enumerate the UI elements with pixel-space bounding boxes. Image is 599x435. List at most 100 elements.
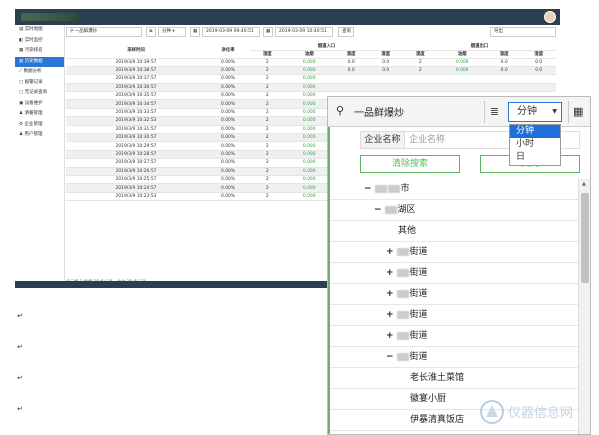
tree-node[interactable]: + 街道 bbox=[330, 326, 578, 347]
table-cell: 2019/3/9 10:27:57 bbox=[66, 158, 206, 168]
table-cell: 0.000 bbox=[437, 66, 487, 76]
table-row[interactable]: 2019/3/9 10:39:57 0.00% 2 0.000 0.0 0.0 2 0.000… bbox=[66, 58, 556, 67]
expand-icon[interactable]: + bbox=[386, 289, 394, 299]
sidebar-item[interactable]: ◧ 实时监控 bbox=[15, 36, 64, 47]
table-cell: 0.000 bbox=[284, 83, 334, 93]
calendar-icon[interactable]: ▦ bbox=[263, 27, 273, 37]
column-header: 湿度 bbox=[402, 50, 438, 59]
tree-node[interactable]: 老长淮土菜馆 bbox=[330, 368, 578, 389]
unit-select[interactable]: 分钟 ▾ bbox=[158, 27, 186, 37]
table-cell: 2019/3/9 10:23:53 bbox=[66, 192, 206, 202]
table-cell: 2019/3/9 10:38:57 bbox=[66, 66, 206, 76]
list-icon[interactable]: ≣ bbox=[146, 27, 156, 37]
company-name-input[interactable]: 企业名称 bbox=[409, 132, 445, 148]
tree-node[interactable]: − 街道 bbox=[330, 347, 578, 368]
table-row[interactable]: 2019/3/9 10:37:57 0.00% 2 0.000 bbox=[66, 74, 556, 84]
table-cell: 2 bbox=[250, 167, 285, 176]
popup-shop-name[interactable]: 一品鲜爆炒 bbox=[354, 104, 404, 119]
clear-search-button[interactable]: 清除搜索 bbox=[360, 155, 460, 173]
sidebar-item[interactable]: ♟ 用户管理 bbox=[15, 130, 64, 141]
table-cell: 2 bbox=[250, 108, 285, 118]
tree-node[interactable]: − 市 bbox=[330, 179, 578, 200]
table-cell: 2019/3/9 10:25:57 bbox=[66, 175, 206, 185]
sidebar-item[interactable]: ⚙ 企业管理 bbox=[15, 120, 64, 131]
chevron-down-icon: ▼ bbox=[552, 108, 557, 115]
table-cell: 2 bbox=[250, 183, 285, 193]
sidebar-item[interactable]: ▣ 设备维护 bbox=[15, 99, 64, 110]
column-header: 湿度 bbox=[250, 50, 285, 59]
calendar-icon[interactable]: ▦ bbox=[568, 101, 583, 123]
redacted-text bbox=[396, 331, 409, 340]
collapse-icon[interactable]: − bbox=[374, 205, 382, 215]
table-cell: 0.00% bbox=[206, 158, 250, 168]
scrollbar[interactable]: ▲ bbox=[578, 179, 590, 434]
sidebar-item-label: 历史数据 bbox=[24, 58, 43, 64]
start-time-field[interactable]: 2019-03-09 09:40:51 bbox=[202, 27, 260, 37]
table-row[interactable]: 2019/3/9 10:38:57 0.00% 2 0.000 0.0 0.0 2 0.000… bbox=[66, 66, 556, 76]
table-cell: 2 bbox=[250, 91, 285, 101]
column-header: 油烟 bbox=[437, 50, 487, 59]
table-cell: 2019/3/9 10:37:57 bbox=[66, 74, 206, 84]
table-cell: 2 bbox=[250, 74, 285, 84]
table-cell: 0.0 bbox=[521, 66, 556, 76]
end-time-field[interactable]: 2019-03-09 10:40:51 bbox=[275, 27, 333, 37]
tree-node[interactable]: + 街道 bbox=[330, 284, 578, 305]
tree-node-label: 街道 bbox=[409, 247, 428, 257]
table-cell: 0.00% bbox=[206, 108, 250, 118]
unit-option[interactable]: 分钟 bbox=[510, 125, 560, 138]
paragraph-mark: ↵ bbox=[17, 312, 23, 320]
list-icon[interactable]: ≣ bbox=[484, 101, 504, 123]
table-cell: 0.000 bbox=[437, 58, 487, 67]
redacted-text bbox=[384, 205, 397, 214]
expand-icon[interactable]: + bbox=[386, 310, 394, 320]
table-cell: 2019/3/9 10:26:57 bbox=[66, 167, 206, 176]
table-cell: 2 bbox=[250, 141, 285, 151]
column-header: 温度 bbox=[333, 50, 369, 59]
sidebar-item[interactable]: ▤ 实时地图 bbox=[15, 25, 64, 36]
query-button[interactable]: 查询 bbox=[338, 27, 354, 37]
table-cell: 2 bbox=[402, 58, 438, 67]
tree-node[interactable]: + 街道 bbox=[330, 242, 578, 263]
table-cell: 0.000 bbox=[284, 74, 334, 84]
calendar-icon[interactable]: ▦ bbox=[190, 27, 200, 37]
expand-icon[interactable]: + bbox=[386, 268, 394, 278]
unit-select[interactable]: 分钟 ▼ bbox=[508, 102, 562, 122]
shop-select[interactable]: ⚲ 一品鲜爆炒 bbox=[66, 27, 142, 37]
sidebar-item[interactable]: ♟ 清餐管理 bbox=[15, 109, 64, 120]
table-cell: 0.0 bbox=[333, 66, 369, 76]
tree-node-label: 徽宴小厨 bbox=[410, 394, 447, 404]
unit-option[interactable]: 小时 bbox=[510, 138, 560, 151]
sidebar-item[interactable]: ⟋ 数据分析 bbox=[15, 67, 64, 78]
export-button[interactable]: 导出 bbox=[490, 27, 556, 37]
redacted-text bbox=[396, 352, 409, 361]
table-cell: 2 bbox=[250, 133, 285, 143]
collapse-icon[interactable]: − bbox=[364, 184, 372, 194]
table-cell: 2019/3/9 10:30:57 bbox=[66, 133, 206, 143]
sidebar-item[interactable]: ▥ 历史数据 bbox=[15, 56, 64, 67]
tree-node[interactable]: + 街道 bbox=[330, 305, 578, 326]
table-cell: 2019/3/9 10:39:57 bbox=[66, 58, 206, 67]
avatar[interactable] bbox=[544, 11, 556, 23]
tree-node[interactable]: − 湖区 bbox=[330, 200, 578, 221]
table-cell: 2 bbox=[250, 83, 285, 93]
sidebar-item[interactable]: ▢ 报警记录 bbox=[15, 78, 64, 89]
table-cell: 2 bbox=[250, 66, 285, 76]
tree-node[interactable]: + 街道 bbox=[330, 263, 578, 284]
table-row[interactable]: 2019/3/9 10:36:57 0.00% 2 0.000 bbox=[66, 83, 556, 93]
zoomed-popup: ⚲ 一品鲜爆炒 ≣ 分钟▼ ▦ 分钟小时日 企业名称 企业名称 清除搜索 关闭 … bbox=[327, 96, 591, 435]
unit-option[interactable]: 日 bbox=[510, 151, 560, 164]
sidebar-item[interactable]: ▦ 污染排名 bbox=[15, 46, 64, 57]
redacted-text bbox=[396, 268, 409, 277]
collapse-icon[interactable]: − bbox=[386, 352, 394, 362]
table-cell bbox=[486, 74, 522, 84]
table-cell: 0.000 bbox=[284, 58, 334, 67]
tree-node[interactable]: 其他 bbox=[330, 221, 578, 242]
scroll-thumb[interactable] bbox=[581, 193, 589, 283]
expand-icon[interactable]: + bbox=[386, 331, 394, 341]
sidebar-item[interactable]: ▢ 无记录查询 bbox=[15, 88, 64, 99]
scroll-up-icon[interactable]: ▲ bbox=[582, 181, 586, 187]
table-cell bbox=[437, 83, 487, 93]
sidebar-item-label: 无记录查询 bbox=[24, 90, 48, 95]
table-cell: 0.00% bbox=[206, 141, 250, 151]
expand-icon[interactable]: + bbox=[386, 247, 394, 257]
